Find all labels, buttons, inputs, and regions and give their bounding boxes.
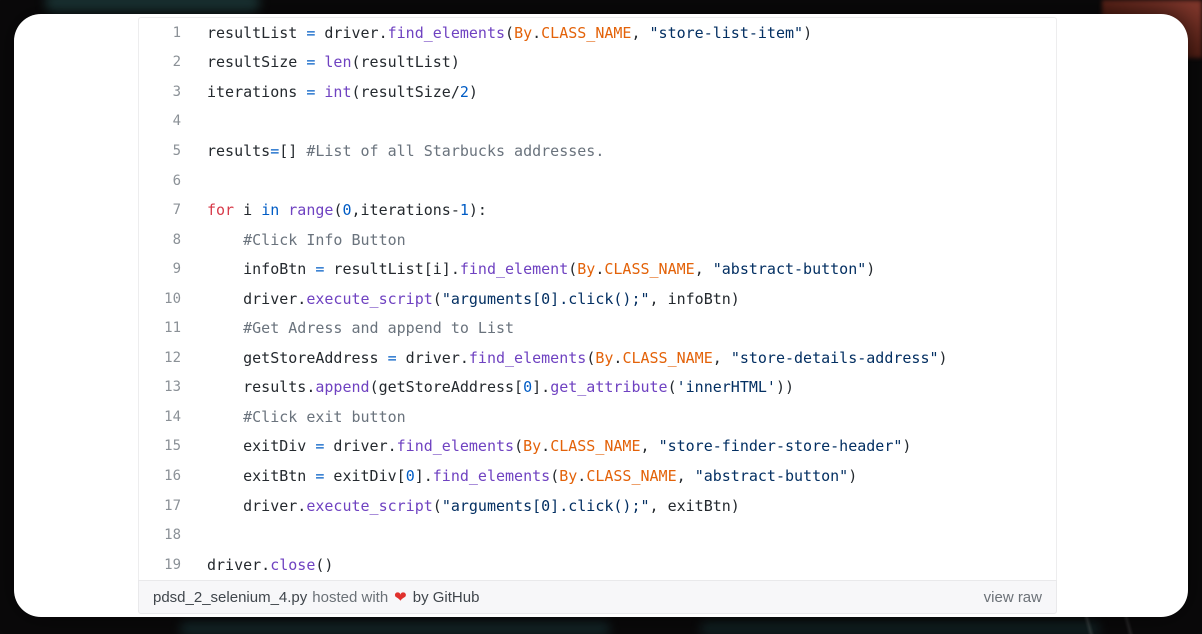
- line-number: 16: [139, 468, 181, 484]
- code-line-text: driver.execute_script("arguments[0].clic…: [181, 497, 740, 515]
- code-line-text: getStoreAddress = driver.find_elements(B…: [181, 349, 948, 367]
- line-number: 17: [139, 498, 181, 514]
- page-background: 1resultList = driver.find_elements(By.CL…: [0, 0, 1202, 634]
- code-line-text: driver.execute_script("arguments[0].clic…: [181, 290, 740, 308]
- code-line: 5results=[] #List of all Starbucks addre…: [139, 136, 1056, 166]
- code-line: 19driver.close(): [139, 550, 1056, 580]
- background-scratches: [1012, 616, 1172, 634]
- line-number: 11: [139, 320, 181, 336]
- gist-card: 1resultList = driver.find_elements(By.CL…: [14, 14, 1188, 617]
- code-line: 2resultSize = len(resultList): [139, 48, 1056, 78]
- code-block[interactable]: 1resultList = driver.find_elements(By.CL…: [138, 17, 1057, 580]
- code-line: 13 results.append(getStoreAddress[0].get…: [139, 373, 1056, 403]
- code-line: 4: [139, 107, 1056, 137]
- line-number: 14: [139, 409, 181, 425]
- code-line: 9 infoBtn = resultList[i].find_element(B…: [139, 254, 1056, 284]
- line-number: 7: [139, 202, 181, 218]
- code-line: 18: [139, 520, 1056, 550]
- code-line-text: #Get Adress and append to List: [181, 319, 514, 337]
- gist-embed: 1resultList = driver.find_elements(By.CL…: [138, 17, 1057, 614]
- line-number: 5: [139, 143, 181, 159]
- code-line-text: resultSize = len(resultList): [181, 53, 460, 71]
- line-number: 10: [139, 291, 181, 307]
- code-line-text: #Click Info Button: [181, 231, 406, 249]
- code-line: 6: [139, 166, 1056, 196]
- code-line-text: exitDiv = driver.find_elements(By.CLASS_…: [181, 437, 911, 455]
- line-number: 8: [139, 232, 181, 248]
- background-text-blur-bottom-left: [180, 621, 610, 634]
- code-line: 7for i in range(0,iterations-1):: [139, 195, 1056, 225]
- code-line-text: iterations = int(resultSize/2): [181, 83, 478, 101]
- code-line: 16 exitBtn = exitDiv[0].find_elements(By…: [139, 461, 1056, 491]
- line-number: 1: [139, 25, 181, 41]
- line-number: 2: [139, 54, 181, 70]
- code-line: 3iterations = int(resultSize/2): [139, 77, 1056, 107]
- by-github-link[interactable]: by GitHub: [413, 589, 480, 606]
- code-line-text: results.append(getStoreAddress[0].get_at…: [181, 378, 794, 396]
- code-line: 12 getStoreAddress = driver.find_element…: [139, 343, 1056, 373]
- code-line-text: infoBtn = resultList[i].find_element(By.…: [181, 260, 875, 278]
- background-text-blur-bottom-right: [700, 621, 1100, 634]
- line-number: 4: [139, 113, 181, 129]
- line-number: 18: [139, 527, 181, 543]
- code-line: 11 #Get Adress and append to List: [139, 313, 1056, 343]
- line-number: 19: [139, 557, 181, 573]
- line-number: 12: [139, 350, 181, 366]
- line-number: 15: [139, 438, 181, 454]
- code-line-text: results=[] #List of all Starbucks addres…: [181, 142, 604, 160]
- line-number: 9: [139, 261, 181, 277]
- code-line-text: exitBtn = exitDiv[0].find_elements(By.CL…: [181, 467, 857, 485]
- code-line: 10 driver.execute_script("arguments[0].c…: [139, 284, 1056, 314]
- code-line-text: #Click exit button: [181, 408, 406, 426]
- code-line: 8 #Click Info Button: [139, 225, 1056, 255]
- code-line-text: resultList = driver.find_elements(By.CLA…: [181, 24, 812, 42]
- view-raw-link[interactable]: view raw: [984, 589, 1042, 606]
- code-line-text: for i in range(0,iterations-1):: [181, 201, 487, 219]
- code-line: 17 driver.execute_script("arguments[0].c…: [139, 491, 1056, 521]
- code-line: 15 exitDiv = driver.find_elements(By.CLA…: [139, 432, 1056, 462]
- line-number: 6: [139, 173, 181, 189]
- background-text-blur-top: [45, 0, 260, 13]
- gist-filename-link[interactable]: pdsd_2_selenium_4.py: [153, 589, 307, 606]
- code-line: 14 #Click exit button: [139, 402, 1056, 432]
- line-number: 3: [139, 84, 181, 100]
- code-line-text: driver.close(): [181, 556, 333, 574]
- hosted-with-text: hosted with: [312, 589, 388, 606]
- code-line: 1resultList = driver.find_elements(By.CL…: [139, 18, 1056, 48]
- line-number: 13: [139, 379, 181, 395]
- gist-footer: pdsd_2_selenium_4.py hosted with ❤ by Gi…: [138, 580, 1057, 614]
- heart-icon: ❤: [393, 590, 408, 605]
